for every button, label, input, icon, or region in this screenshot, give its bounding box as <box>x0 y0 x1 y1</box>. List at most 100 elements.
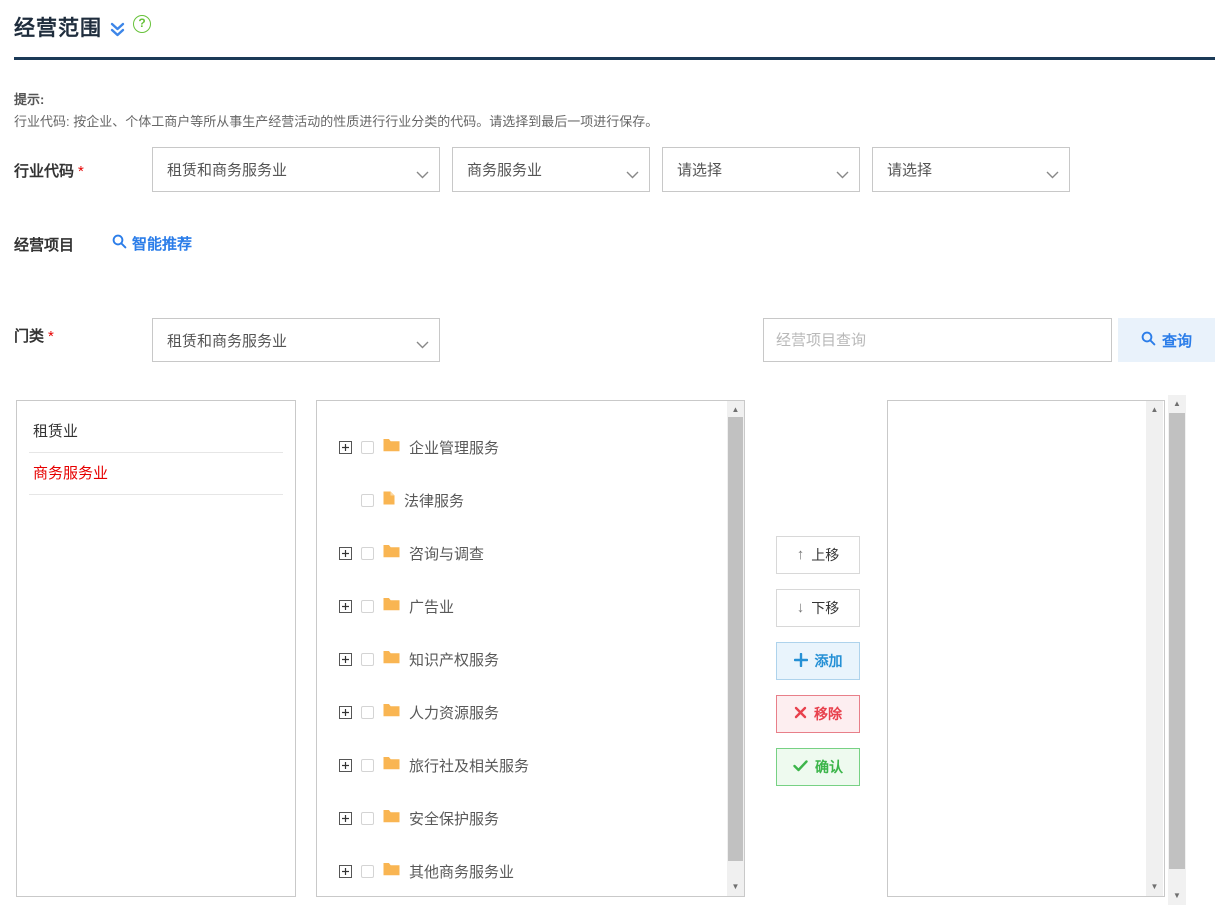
tree-item-checkbox[interactable] <box>361 865 374 878</box>
question-circle-icon[interactable]: ? <box>133 15 151 33</box>
tree-item[interactable]: 广告业 <box>339 580 744 633</box>
industry-code-select[interactable]: 请选择 <box>872 147 1070 192</box>
move-down-label: 下移 <box>811 598 839 618</box>
smart-recommend-label: 智能推荐 <box>132 233 192 254</box>
expand-icon[interactable] <box>339 812 352 825</box>
move-up-button[interactable]: ↑ 上移 <box>776 536 860 574</box>
scroll-up-icon[interactable]: ▲ <box>727 403 744 417</box>
folder-icon <box>383 862 400 881</box>
tree-item[interactable]: 其他商务服务业 <box>339 845 744 898</box>
industry-code-select[interactable]: 请选择 <box>662 147 860 192</box>
business-scope-page: 经营范围 ? 提示: 行业代码: 按企业、个体工商户等所从事生产经营活动的性质进… <box>0 0 1230 915</box>
tree-item[interactable]: 咨询与调查 <box>339 527 744 580</box>
tree-item-label: 咨询与调查 <box>409 543 484 564</box>
scroll-down-icon[interactable]: ▼ <box>1168 889 1186 903</box>
folder-icon <box>383 703 400 722</box>
required-asterisk: * <box>78 163 84 180</box>
smart-recommend-link[interactable]: 智能推荐 <box>112 233 192 254</box>
folder-icon <box>383 650 400 669</box>
search-button[interactable]: 查询 <box>1118 318 1215 362</box>
remove-button[interactable]: 移除 <box>776 695 860 733</box>
category-label: 门类* <box>14 325 54 346</box>
tree-item[interactable]: 知识产权服务 <box>339 633 744 686</box>
tree-item[interactable]: 法律服务 <box>339 474 744 527</box>
expand-icon[interactable] <box>339 441 352 454</box>
tree-list: 企业管理服务 法律服务 <box>339 421 744 898</box>
check-icon <box>793 759 808 775</box>
add-label: 添加 <box>815 651 843 671</box>
industry-code-select[interactable]: 商务服务业 <box>452 147 650 192</box>
chevron-down-icon <box>626 166 639 184</box>
tree-item-label: 其他商务服务业 <box>409 861 514 882</box>
category-select[interactable]: 租赁和商务服务业 <box>152 318 440 362</box>
tree-item-checkbox[interactable] <box>361 547 374 560</box>
business-items-label: 经营项目 <box>14 234 74 255</box>
industry-code-selects: 租赁和商务服务业 商务服务业 请选择 请选择 <box>152 147 1070 192</box>
folder-icon <box>383 809 400 828</box>
tree-item-label: 知识产权服务 <box>409 649 499 670</box>
tree-item[interactable]: 旅行社及相关服务 <box>339 739 744 792</box>
expand-icon[interactable] <box>339 653 352 666</box>
scrollbar-thumb[interactable] <box>1169 413 1185 869</box>
arrow-up-icon: ↑ <box>797 546 805 563</box>
select-value: 请选择 <box>887 159 932 180</box>
page-title: 经营范围 <box>14 12 102 42</box>
double-chevron-down-icon[interactable] <box>110 22 125 39</box>
selected-items-panel <box>887 400 1165 897</box>
selected-panel-scrollbar[interactable]: ▲ ▼ <box>1146 401 1163 896</box>
tree-item-label: 人力资源服务 <box>409 702 499 723</box>
confirm-label: 确认 <box>815 757 843 777</box>
scroll-down-icon[interactable]: ▼ <box>727 880 744 894</box>
scroll-down-icon[interactable]: ▼ <box>1146 880 1163 894</box>
category-list-panel: 租赁业 商务服务业 <box>16 400 296 897</box>
expand-icon[interactable] <box>339 706 352 719</box>
scroll-up-icon[interactable]: ▲ <box>1146 403 1163 417</box>
list-item-label: 租赁业 <box>33 423 78 440</box>
select-value: 租赁和商务服务业 <box>167 330 287 351</box>
tree-item[interactable]: 人力资源服务 <box>339 686 744 739</box>
tree-item-checkbox[interactable] <box>361 441 374 454</box>
tree-item-label: 企业管理服务 <box>409 437 499 458</box>
hint-label: 提示: <box>14 89 44 108</box>
industry-code-select[interactable]: 租赁和商务服务业 <box>152 147 440 192</box>
x-icon <box>794 706 807 722</box>
business-item-tree-panel: 企业管理服务 法律服务 <box>316 400 745 897</box>
scroll-up-icon[interactable]: ▲ <box>1168 397 1186 411</box>
expand-icon[interactable] <box>339 547 352 560</box>
move-up-label: 上移 <box>811 545 839 565</box>
required-asterisk: * <box>48 328 54 345</box>
tree-item[interactable]: 企业管理服务 <box>339 421 744 474</box>
tree-item-checkbox[interactable] <box>361 600 374 613</box>
folder-icon <box>383 438 400 457</box>
select-value: 租赁和商务服务业 <box>167 159 287 180</box>
header-divider <box>14 57 1215 60</box>
arrow-down-icon: ↓ <box>797 599 805 616</box>
tree-panel-scrollbar[interactable]: ▲ ▼ <box>727 401 744 896</box>
tree-item-checkbox[interactable] <box>361 759 374 772</box>
business-item-search-input[interactable] <box>763 318 1112 362</box>
expand-icon[interactable] <box>339 865 352 878</box>
search-icon <box>1141 331 1156 350</box>
folder-icon <box>383 597 400 616</box>
add-button[interactable]: 添加 <box>776 642 860 680</box>
expand-icon[interactable] <box>339 600 352 613</box>
move-down-button[interactable]: ↓ 下移 <box>776 589 860 627</box>
tree-item-checkbox[interactable] <box>361 812 374 825</box>
tree-item-checkbox[interactable] <box>361 494 374 507</box>
category-list-item[interactable]: 商务服务业 <box>29 453 283 495</box>
category-list-item[interactable]: 租赁业 <box>29 411 283 453</box>
tree-item-checkbox[interactable] <box>361 706 374 719</box>
tree-item-checkbox[interactable] <box>361 653 374 666</box>
list-item-label: 商务服务业 <box>33 465 108 482</box>
select-value: 请选择 <box>677 159 722 180</box>
region-scrollbar[interactable]: ▲ ▼ <box>1168 395 1186 905</box>
tree-item[interactable]: 安全保护服务 <box>339 792 744 845</box>
confirm-button[interactable]: 确认 <box>776 748 860 786</box>
chevron-down-icon <box>416 166 429 184</box>
hint-text: 行业代码: 按企业、个体工商户等所从事生产经营活动的性质进行行业分类的代码。请选… <box>14 111 658 130</box>
search-icon <box>112 234 127 253</box>
category-list: 租赁业 商务服务业 <box>17 411 295 495</box>
chevron-down-icon <box>1046 166 1059 184</box>
expand-icon[interactable] <box>339 759 352 772</box>
scrollbar-thumb[interactable] <box>728 417 743 861</box>
